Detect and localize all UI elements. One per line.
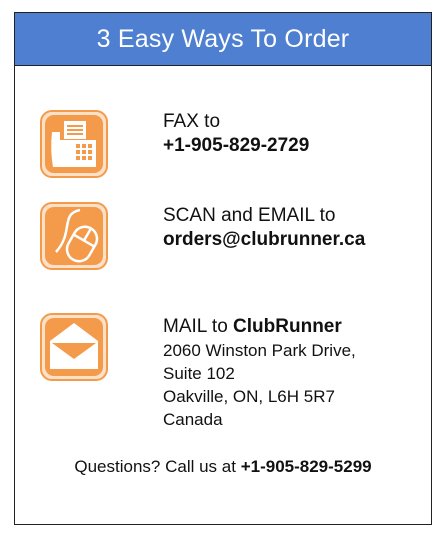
banner-title: 3 Easy Ways To Order bbox=[96, 24, 350, 53]
footer: Questions? Call us at +1-905-829-5299 bbox=[15, 457, 431, 477]
footer-text: Questions? Call us at bbox=[74, 457, 236, 476]
scan-email[interactable]: orders@clubrunner.ca bbox=[163, 229, 365, 250]
scan-text: SCAN and EMAIL to orders@clubrunner.ca bbox=[163, 204, 365, 252]
mouse-icon bbox=[40, 202, 108, 270]
envelope-icon bbox=[40, 313, 108, 381]
mail-text: MAIL to ClubRunner 2060 Winston Park Dri… bbox=[163, 315, 356, 431]
address-line-2: Suite 102 bbox=[163, 364, 235, 383]
banner: 3 Easy Ways To Order bbox=[15, 13, 431, 66]
scan-label: SCAN and EMAIL to bbox=[163, 205, 336, 226]
mail-company: ClubRunner bbox=[233, 316, 342, 337]
mail-label: MAIL to bbox=[163, 316, 228, 337]
address-line-1: 2060 Winston Park Drive, bbox=[163, 341, 356, 360]
fax-icon bbox=[40, 110, 108, 178]
footer-phone[interactable]: +1-905-829-5299 bbox=[241, 457, 372, 476]
order-card: 3 Easy Ways To Order FAX to +1-905-829-2… bbox=[14, 12, 432, 525]
fax-number[interactable]: +1-905-829-2729 bbox=[163, 135, 309, 156]
fax-text: FAX to +1-905-829-2729 bbox=[163, 110, 309, 158]
address-line-4: Canada bbox=[163, 410, 223, 429]
fax-label: FAX to bbox=[163, 111, 221, 132]
address-line-3: Oakville, ON, L6H 5R7 bbox=[163, 387, 335, 406]
